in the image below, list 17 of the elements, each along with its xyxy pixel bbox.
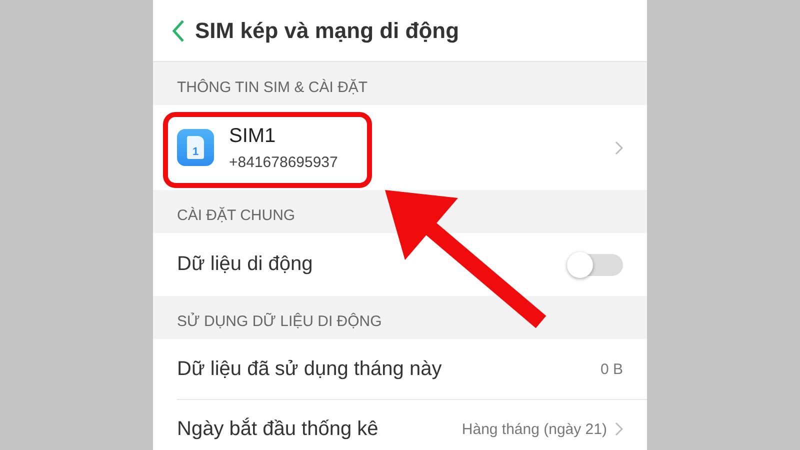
setting-value: Hàng tháng (ngày 21) — [462, 420, 607, 438]
back-icon[interactable] — [171, 18, 185, 42]
section-header: THÔNG TIN SIM & CÀI ĐẶT — [176, 78, 369, 98]
section-header: SỬ DỤNG DỮ LIỆU DI ĐỘNG — [176, 312, 383, 332]
toggle-switch[interactable] — [569, 254, 623, 276]
sim-row[interactable]: 1 SIM1 +841678695937 — [153, 105, 647, 190]
setting-row[interactable]: Ngày bắt đầu thống kê Hàng tháng (ngày 21) — [153, 399, 647, 450]
setting-label: Dữ liệu đã sử dụng tháng này — [177, 358, 443, 380]
phone-number: +841678695937 — [229, 154, 339, 170]
screen-title: SIM kép và mạng di động — [195, 18, 460, 44]
setting-row[interactable]: Dữ liệu đã sử dụng tháng này 0 B — [153, 339, 647, 399]
sim-name: SIM1 — [229, 124, 277, 148]
sim-card-icon: 1 — [177, 129, 214, 166]
setting-label: Ngày bắt đầu thống kê — [177, 418, 380, 440]
setting-label: Dữ liệu di động — [177, 253, 314, 276]
section-header: CÀI ĐẶT CHUNG — [176, 206, 296, 226]
setting-value: 0 B — [600, 360, 623, 378]
